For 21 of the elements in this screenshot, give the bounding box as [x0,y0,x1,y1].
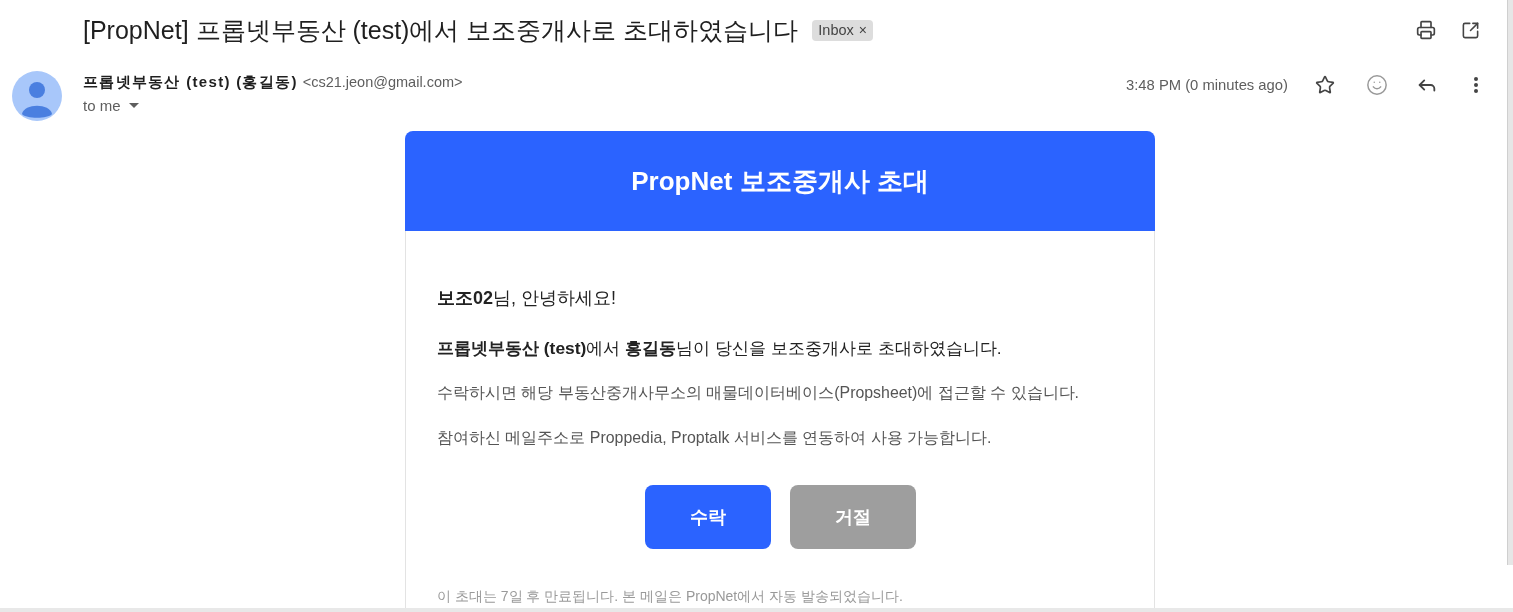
label-text: Inbox [818,22,854,38]
sender-name: 프롭넷부동산 (test) (홍길동) [83,73,298,92]
smiley-icon[interactable] [1366,74,1388,96]
greeting-text: 보조02님, 안녕하세요! [437,287,618,310]
avatar-icon [12,71,62,121]
message-paragraph: 수락하시면 해당 부동산중개사무소의 매물데이터베이스(Propsheet)에 접근할 수 있습니다. [437,383,1080,403]
message-paragraph: 참여하신 메일주소로 Proppedia, Proptalk 서비스를 연동하여 사용 가능합니다. [437,428,993,448]
accept-button[interactable]: 수락 [644,485,771,549]
received-time: 3:48 PM (0 minutes ago) [1125,77,1288,93]
open-in-new-window-icon[interactable] [1461,20,1480,40]
caret-icon [128,103,139,108]
star-icon[interactable] [1315,75,1335,95]
footer-note: 이 초대는 7일 후 만료됩니다. 본 메일은 PropNet에서 자동 발송되었습니다. [437,587,904,606]
card-title: PropNet 보조중개사 초대 [631,164,929,198]
print-icon[interactable] [1416,20,1436,40]
remove-label-button[interactable]: × [858,23,867,37]
more-options-icon[interactable] [1474,77,1478,93]
recipients-toggle[interactable]: to me [83,97,139,114]
sender-email: <cs21.jeon@gmail.com> [302,74,463,90]
message-paragraph: 프롭넷부동산 (test)에서 홍길동님이 당신을 보조중개사로 초대하였습니다. [437,337,1003,360]
email-subject: [PropNet] 프롭넷부동산 (test)에서 보조중개사로 초대하였습니다 [83,15,799,46]
